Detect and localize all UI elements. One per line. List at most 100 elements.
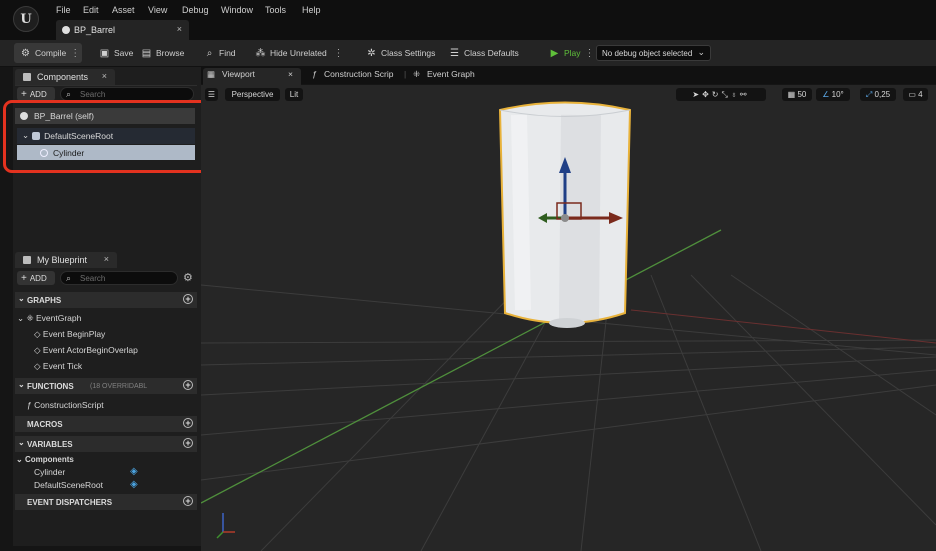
menu-view[interactable]: View <box>148 5 167 15</box>
gizmo-center <box>561 214 569 222</box>
close-tab-icon[interactable]: × <box>177 24 182 34</box>
rotation-snap-button[interactable]: ∠ 10° <box>816 88 850 101</box>
menu-window[interactable]: Window <box>221 5 253 15</box>
variable-item[interactable]: DefaultSceneRoot <box>34 480 103 490</box>
search-icon: ⌕ <box>66 273 72 283</box>
scale-snap-value: 0,25 <box>874 90 891 99</box>
event-icon: ◇ <box>34 361 41 371</box>
axis-indicator-icon <box>216 513 235 539</box>
section-macros[interactable]: MACROS + <box>15 416 197 432</box>
add-macro-icon[interactable]: + <box>183 418 193 428</box>
hide-unrelated-options-icon[interactable]: ⋮ <box>331 48 343 59</box>
add-function-icon[interactable]: + <box>183 380 193 390</box>
menu-tools[interactable]: Tools <box>265 5 286 15</box>
tab-construction-script[interactable]: Construction Scrip <box>324 69 393 84</box>
blueprint-search-placeholder: Search <box>80 274 106 283</box>
event-item[interactable]: ◇ Event ActorBeginOverlap <box>34 345 138 356</box>
menu-asset[interactable]: Asset <box>112 5 135 15</box>
search-icon: ⌕ <box>66 89 72 99</box>
transform-tools: ➤ ✥ ↻ ⤡ ♁ ⚯ <box>676 88 766 101</box>
document-tab-bp-barrel[interactable]: BP_Barrel × <box>56 20 189 40</box>
component-variable-icon: ◈ <box>130 479 138 490</box>
play-button[interactable]: ▶ Play ⋮ <box>549 46 595 60</box>
construction-script-item[interactable]: ƒ ConstructionScript <box>27 400 104 410</box>
menu-file[interactable]: File <box>56 5 71 15</box>
find-button[interactable]: ⌕ Find <box>204 46 236 60</box>
play-options-icon[interactable]: ⋮ <box>585 48 595 59</box>
gear-icon[interactable]: ⚙ <box>183 271 193 284</box>
viewport-options-icon[interactable]: ☰ <box>205 88 218 101</box>
browse-button[interactable]: ▤ Browse <box>141 46 185 60</box>
add-blueprint-item-button[interactable]: + ADD <box>17 271 55 285</box>
x-axis-line <box>630 309 936 344</box>
blueprint-search-input[interactable]: ⌕ Search <box>60 271 178 285</box>
grid-snap-value: 50 <box>797 90 807 99</box>
add-graph-icon[interactable]: + <box>183 294 193 304</box>
add-variable-icon[interactable]: + <box>183 438 193 448</box>
section-graphs-label: GRAPHS <box>27 296 62 305</box>
translate-icon[interactable]: ✥ <box>702 90 712 99</box>
event-graph-item[interactable]: ⌄ ⁜ EventGraph <box>17 313 81 324</box>
viewport-scene <box>201 101 936 551</box>
add-blueprint-label: ADD <box>29 273 47 283</box>
plus-icon: + <box>21 272 27 284</box>
section-functions-label: FUNCTIONS <box>27 382 74 391</box>
section-variables[interactable]: ⌄ VARIABLES + <box>15 436 197 452</box>
scale-snap-button[interactable]: ⤢ 0,25 <box>860 88 896 101</box>
chevron-down-icon: ⌄ <box>697 47 705 57</box>
blueprint-icon <box>62 26 70 34</box>
class-defaults-button[interactable]: ☰ Class Defaults <box>449 46 519 60</box>
tab-components[interactable]: Components × <box>15 69 115 85</box>
variable-item[interactable]: Cylinder <box>34 467 65 477</box>
event-label: Event BeginPlay <box>42 329 106 339</box>
rotate-icon[interactable]: ↻ <box>712 90 722 99</box>
class-settings-button[interactable]: ✲ Class Settings <box>366 46 435 60</box>
component-variable-icon: ◈ <box>130 466 138 477</box>
scale-icon[interactable]: ⤡ <box>722 90 731 100</box>
components-search-input[interactable]: ⌕ Search <box>60 87 194 101</box>
add-dispatcher-icon[interactable]: + <box>183 496 193 506</box>
section-functions[interactable]: ⌄ FUNCTIONS (18 OVERRIDABL + <box>15 378 197 394</box>
angle-icon: ∠ <box>822 90 830 99</box>
view-mode-lit-button[interactable]: Lit <box>285 88 303 101</box>
function-icon: ƒ <box>27 400 32 410</box>
chevron-down-icon: ⌄ <box>17 313 25 323</box>
hide-unrelated-button[interactable]: ⁂ Hide Unrelated ⋮ <box>255 46 344 60</box>
function-icon: ƒ <box>312 69 317 79</box>
surface-snap-icon[interactable]: ⚯ <box>740 90 750 99</box>
play-label: Play <box>564 48 581 58</box>
coordinate-space-icon[interactable]: ♁ <box>731 90 740 99</box>
components-group[interactable]: ⌄ Components <box>16 455 74 464</box>
y-axis-line <box>201 229 722 504</box>
class-settings-icon: ✲ <box>367 47 376 59</box>
camera-speed-value: 4 <box>918 90 923 99</box>
close-my-blueprint-tab-icon[interactable]: × <box>104 254 109 264</box>
event-graph-label: EventGraph <box>36 313 82 323</box>
unreal-logo-icon[interactable]: U <box>13 6 39 32</box>
section-variables-label: VARIABLES <box>27 440 73 449</box>
section-event-dispatchers[interactable]: EVENT DISPATCHERS + <box>15 494 197 510</box>
menu-help[interactable]: Help <box>302 5 321 15</box>
camera-speed-button[interactable]: ▭ 4 <box>903 88 928 101</box>
save-button[interactable]: ▣ Save <box>99 46 134 60</box>
close-components-tab-icon[interactable]: × <box>102 71 107 81</box>
select-icon[interactable]: ➤ <box>692 90 702 99</box>
close-viewport-tab-icon[interactable]: × <box>288 69 293 84</box>
grid-snap-button[interactable]: ▦ 50 <box>782 88 812 101</box>
viewport-tab-icon: ▦ <box>207 69 216 79</box>
event-item[interactable]: ◇ Event BeginPlay <box>34 329 105 340</box>
tab-event-graph[interactable]: Event Graph <box>427 69 475 84</box>
section-graphs[interactable]: ⌄ GRAPHS + <box>15 292 197 308</box>
menu-edit[interactable]: Edit <box>83 5 99 15</box>
event-item[interactable]: ◇ Event Tick <box>34 361 82 372</box>
menu-debug[interactable]: Debug <box>182 5 209 15</box>
add-component-button[interactable]: + ADD <box>17 87 55 101</box>
compile-label: Compile <box>35 48 67 58</box>
debug-object-select[interactable]: No debug object selected ⌄ <box>596 45 711 61</box>
class-defaults-label: Class Defaults <box>464 48 519 58</box>
perspective-button[interactable]: Perspective <box>225 88 280 101</box>
viewport-canvas[interactable] <box>201 85 936 551</box>
tab-separator: | <box>404 69 407 79</box>
compile-options-icon[interactable]: ⋮ <box>70 48 80 59</box>
tab-my-blueprint[interactable]: My Blueprint × <box>15 252 117 268</box>
